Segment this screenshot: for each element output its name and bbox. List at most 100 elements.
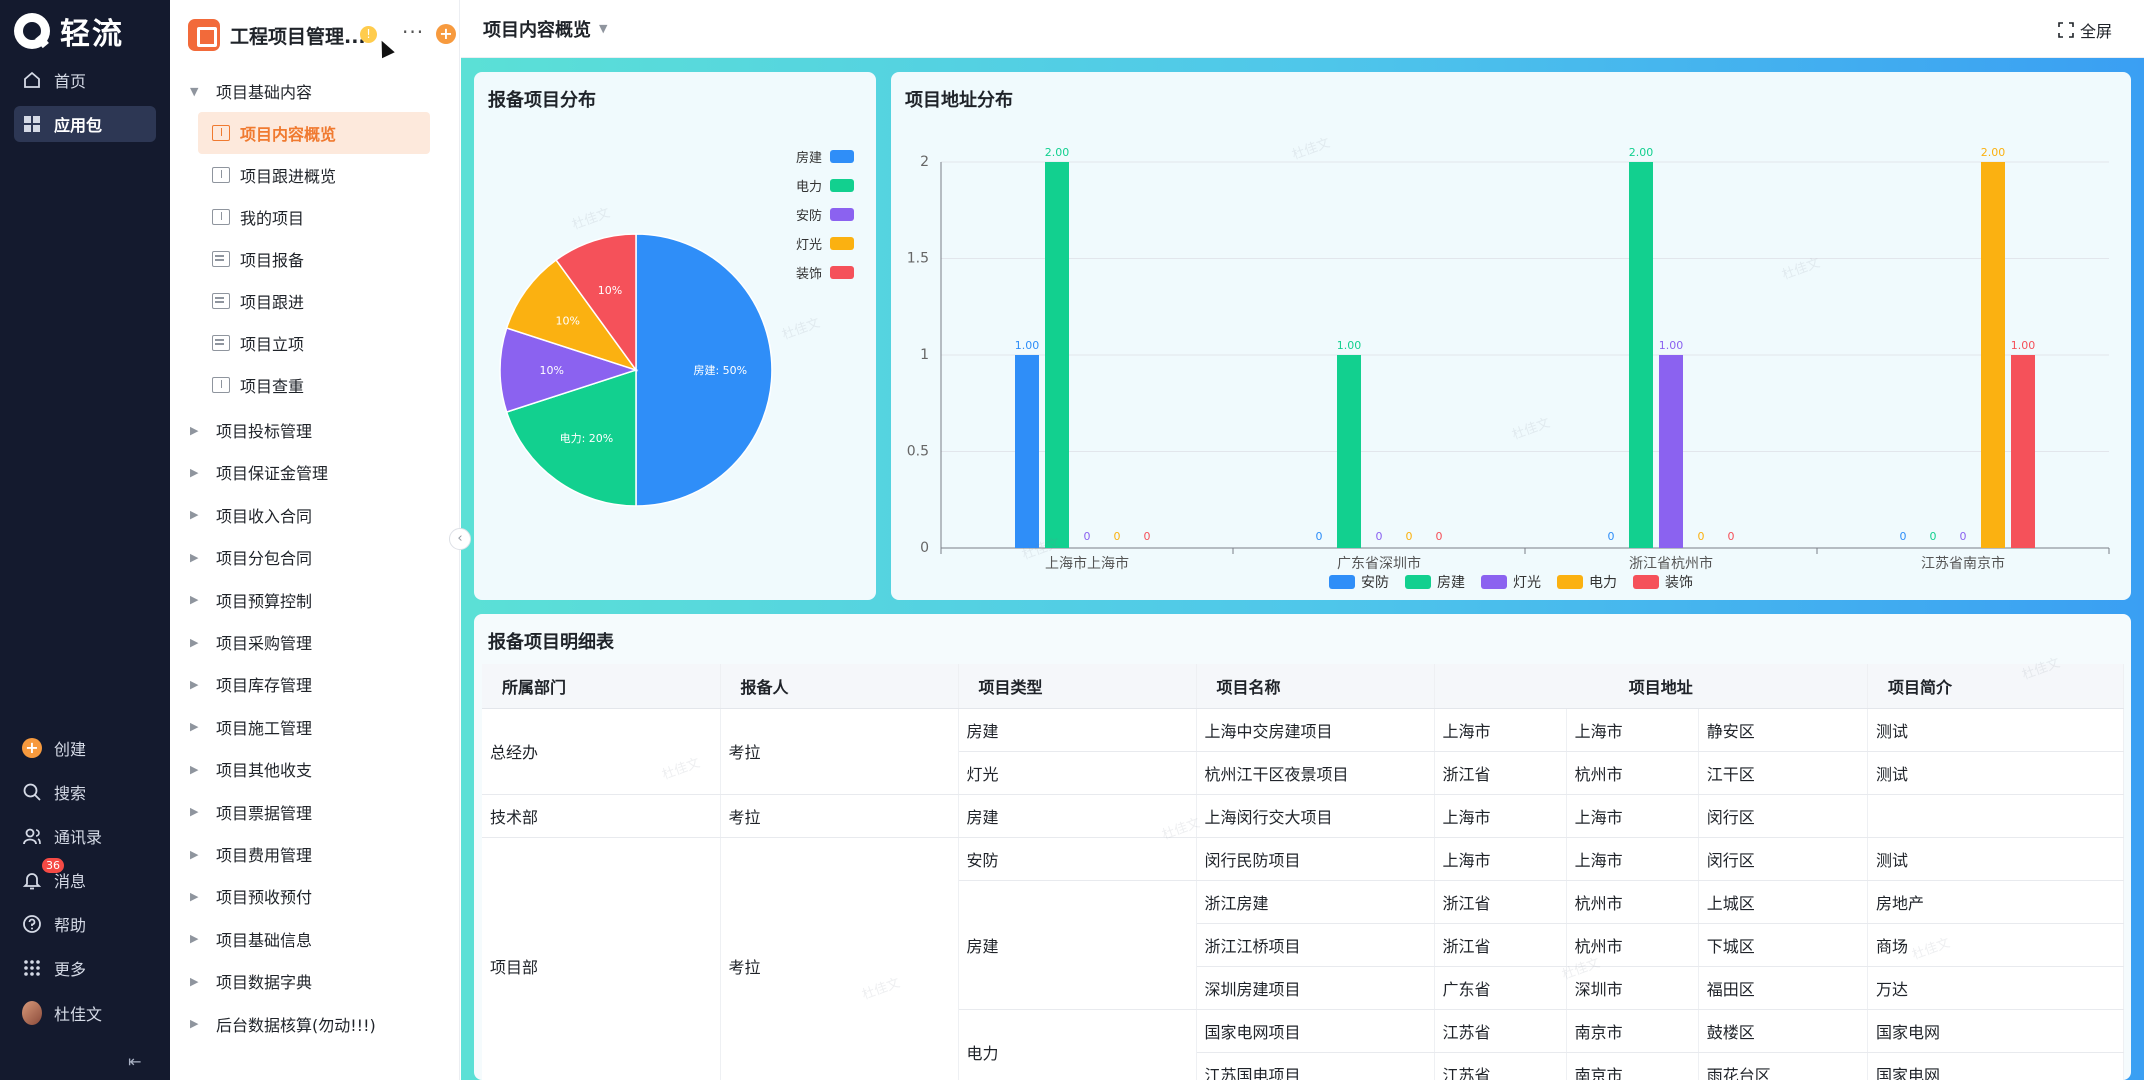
legend-item[interactable]: 电力 [1557, 572, 1617, 592]
dots-grid-icon [22, 958, 42, 978]
sidebar-item-6[interactable]: 项目立项 [198, 322, 430, 364]
nav-item-contacts[interactable]: 通讯录 [14, 818, 156, 854]
table-cell-intro: 测试 [1867, 708, 2124, 752]
tree-group-3[interactable]: ▶ 项目收入合同 [190, 494, 312, 536]
bar[interactable] [1629, 162, 1653, 548]
tree-group-8[interactable]: ▶ 项目施工管理 [190, 706, 312, 748]
user-name: 杜佳文 [54, 1005, 103, 1024]
legend-item[interactable]: 装饰 [796, 258, 854, 287]
sidebar-item-3[interactable]: 我的项目 [198, 196, 430, 238]
page-title[interactable]: 项目内容概览 [483, 16, 591, 42]
sidebar-item-4[interactable]: 项目报备 [198, 238, 430, 280]
caret-right-icon: ▶ [190, 720, 199, 734]
tree-group-1[interactable]: ▶ 项目投标管理 [190, 409, 312, 451]
sidebar-collapse-handle[interactable]: ‹ [449, 528, 471, 550]
pie-slice-label: 10% [556, 314, 580, 327]
tree-group-13[interactable]: ▶ 项目基础信息 [190, 918, 312, 960]
add-icon[interactable]: + [436, 24, 456, 44]
legend-item[interactable]: 电力 [796, 171, 854, 200]
bar-value-label: 0 [1114, 530, 1121, 543]
bar-value-label: 0 [1316, 530, 1323, 543]
table-cell-person: 考拉 [720, 837, 959, 1080]
tree-group-5[interactable]: ▶ 项目预算控制 [190, 579, 312, 621]
tree-group-9[interactable]: ▶ 项目其他收支 [190, 748, 312, 790]
sidebar-item-7[interactable]: 项目查重 [198, 364, 430, 406]
legend-item[interactable]: 房建 [1405, 572, 1465, 592]
plus-circle-icon: + [22, 738, 42, 758]
legend-item[interactable]: 装饰 [1633, 572, 1693, 592]
sidebar-item-2[interactable]: 项目跟进概览 [198, 154, 430, 196]
bar-value-label: 0 [1728, 530, 1735, 543]
tree-group-2[interactable]: ▶ 项目保证金管理 [190, 451, 328, 493]
bar[interactable] [2011, 355, 2035, 548]
table-cell-prov: 江苏省 [1434, 1009, 1567, 1053]
sidebar-item-5[interactable]: 项目跟进 [198, 280, 430, 322]
app-name[interactable]: 工程项目管理... [230, 22, 366, 49]
legend-label: 灯光 [795, 238, 822, 253]
tree-group-10[interactable]: ▶ 项目票据管理 [190, 791, 312, 833]
table-cell-dist: 闵行区 [1698, 794, 1869, 838]
col-header[interactable]: 项目类型 [958, 664, 1197, 709]
tree-group-7[interactable]: ▶ 项目库存管理 [190, 663, 312, 705]
nav-item-user[interactable]: 杜佳文 [14, 995, 156, 1031]
tree-group-12[interactable]: ▶ 项目预收预付 [190, 875, 312, 917]
tree-group-15[interactable]: ▶ 后台数据核算(勿动!!!) [190, 1003, 376, 1045]
table-row[interactable]: 总经办 考拉 房建 上海中交房建项目 上海市 上海市 静安区 测试 [482, 708, 2124, 795]
bar-legend: 安防 房建 灯光 电力 装饰 [891, 572, 2131, 592]
legend-item[interactable]: 灯光 [796, 229, 854, 258]
tree-group-6[interactable]: ▶ 项目采购管理 [190, 621, 312, 663]
legend-item[interactable]: 安防 [1329, 572, 1389, 592]
collapse-nav-icon[interactable]: ⇤ [128, 1052, 141, 1071]
nav-item-create[interactable]: + 创建 [14, 730, 156, 766]
table-cell-person: 考拉 [720, 794, 959, 838]
table-row[interactable]: 项目部 考拉 安防 闵行民防项目 上海市 上海市 闵行区 测试 [482, 837, 2124, 1080]
table-cell-prov: 上海市 [1434, 794, 1567, 838]
detail-table: 所属部门 报备人 项目类型 项目名称 项目地址 项目简介 总经办 考拉 房建 上海中交… [482, 664, 2124, 1080]
detail-table-card: 报备项目明细表 所属部门 报备人 项目类型 项目名称 项目地址 项目简介 总经办… [474, 614, 2131, 1080]
legend-label: 安防 [1361, 575, 1389, 591]
nav-item-search[interactable]: 搜索 [14, 774, 156, 810]
sidebar-item-1[interactable]: 项目内容概览 [198, 112, 430, 154]
y-tick-label: 0 [920, 540, 929, 556]
bar-value-label: 0 [1930, 530, 1937, 543]
legend-item[interactable]: 房建 [796, 142, 854, 171]
col-header[interactable]: 项目简介 [1867, 664, 2124, 709]
nav-item-label: 帮助 [54, 916, 87, 935]
nav-item-help[interactable]: 帮助 [14, 906, 156, 942]
bar[interactable] [1659, 355, 1683, 548]
col-header[interactable]: 项目名称 [1196, 664, 1435, 709]
col-header[interactable]: 所属部门 [482, 664, 721, 709]
table-row[interactable]: 技术部 考拉 房建 上海闵行交大项目 上海市 上海市 闵行区 [482, 794, 2124, 838]
warning-icon[interactable]: ! [360, 26, 377, 43]
sidebar-item-label: 项目报备 [240, 251, 305, 270]
tree-group-label: 项目票据管理 [216, 803, 313, 823]
caret-right-icon: ▶ [190, 423, 199, 437]
col-header[interactable]: 报备人 [720, 664, 959, 709]
table-cell-dist: 上城区 [1698, 880, 1869, 924]
brand-logo[interactable]: 轻流 [14, 8, 124, 54]
nav-item-label: 通讯录 [54, 828, 103, 847]
bar[interactable] [1015, 355, 1039, 548]
tree-group-project-basics[interactable]: ▼ 项目基础内容 [190, 70, 312, 112]
more-icon[interactable]: ··· [402, 20, 424, 44]
caret-down-icon[interactable]: ▼ [599, 22, 607, 35]
col-header[interactable]: 项目地址 [1434, 664, 1868, 709]
contacts-icon [22, 826, 42, 846]
legend-item[interactable]: 灯光 [1481, 572, 1541, 592]
form-icon [212, 293, 230, 309]
caret-right-icon: ▶ [190, 508, 199, 522]
legend-item[interactable]: 安防 [796, 200, 854, 229]
bar[interactable] [1045, 162, 1069, 548]
nav-item-app-package[interactable]: 应用包 [14, 106, 156, 142]
nav-item-messages[interactable]: 36 消息 [14, 858, 156, 898]
tree-group-14[interactable]: ▶ 项目数据字典 [190, 960, 312, 1002]
bar[interactable] [1981, 162, 2005, 548]
nav-item-more[interactable]: 更多 [14, 950, 156, 986]
tree-group-4[interactable]: ▶ 项目分包合同 [190, 536, 312, 578]
bar[interactable] [1337, 355, 1361, 548]
tree-group-label: 项目施工管理 [216, 718, 313, 738]
nav-item-home[interactable]: 首页 [14, 62, 156, 98]
fullscreen-button[interactable]: 全屏 [2058, 18, 2112, 42]
tree-group-label: 项目预算控制 [216, 591, 313, 611]
tree-group-11[interactable]: ▶ 项目费用管理 [190, 833, 312, 875]
